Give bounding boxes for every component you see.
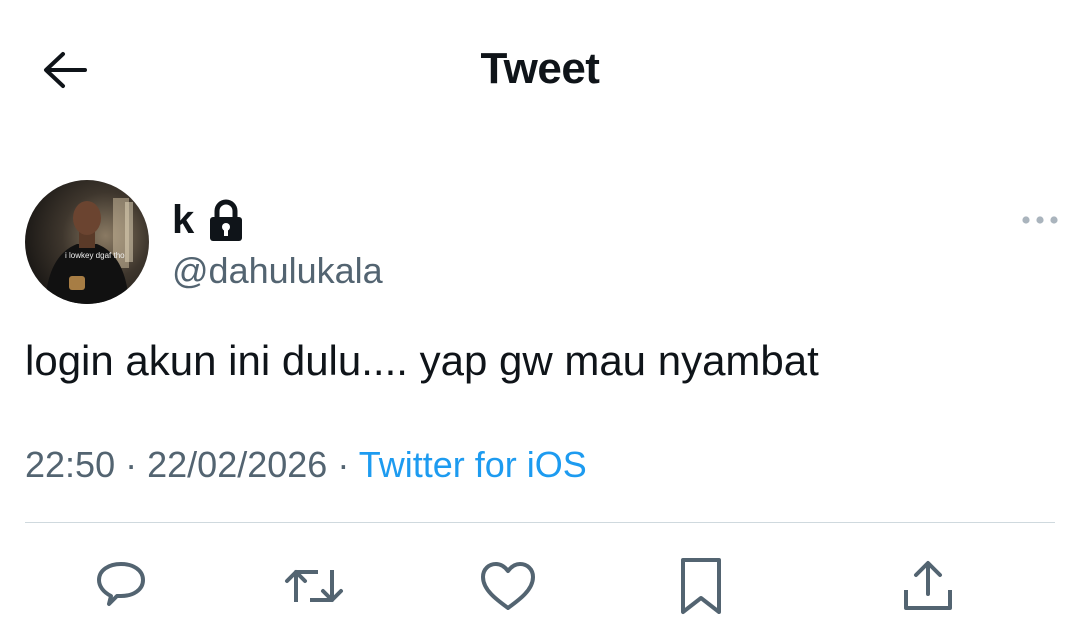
author-handle[interactable]: @dahulukala xyxy=(172,250,383,292)
meta-separator: · xyxy=(125,444,138,485)
top-bar: Tweet xyxy=(0,0,1080,140)
display-name[interactable]: k xyxy=(172,198,194,243)
avatar-caption: i lowkey dgaf tho xyxy=(65,251,125,260)
tweet-text: login akun ini dulu.... yap gw mau nyamb… xyxy=(25,337,819,384)
tweet-date[interactable]: 22/02/2026 xyxy=(147,444,327,485)
tweet-meta: 22:50 · 22/02/2026 · Twitter for iOS xyxy=(25,444,587,486)
avatar[interactable]: i lowkey dgaf tho xyxy=(25,180,149,304)
page-title: Tweet xyxy=(480,44,600,93)
divider xyxy=(25,522,1055,523)
retweet-button[interactable] xyxy=(284,556,344,616)
retweet-icon xyxy=(285,570,343,602)
share-icon xyxy=(904,561,952,610)
lock-icon xyxy=(210,199,243,241)
author-name-row: k xyxy=(172,192,244,248)
more-options-button[interactable] xyxy=(1018,206,1062,234)
share-button[interactable] xyxy=(898,556,958,616)
like-button[interactable] xyxy=(478,556,538,616)
meta-separator: · xyxy=(337,444,350,485)
reply-button[interactable] xyxy=(91,556,151,616)
like-icon xyxy=(481,562,535,610)
tweet-source-link[interactable]: Twitter for iOS xyxy=(359,444,587,485)
reply-icon xyxy=(97,562,145,606)
more-icon xyxy=(1022,216,1058,224)
bookmark-button[interactable] xyxy=(671,556,731,616)
bookmark-icon xyxy=(681,558,721,614)
tweet-time[interactable]: 22:50 xyxy=(25,444,115,485)
